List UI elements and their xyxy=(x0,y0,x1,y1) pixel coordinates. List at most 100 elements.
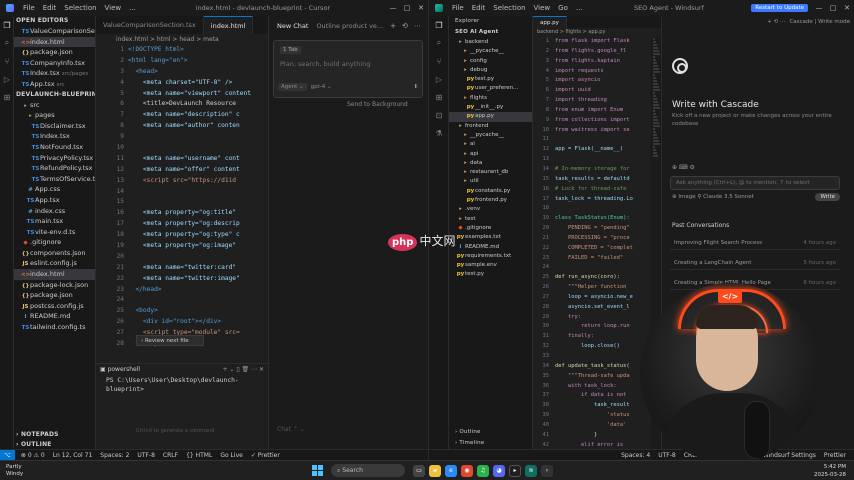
past-conversation-item[interactable]: Improving Flight Search Process 4 hours a… xyxy=(670,236,840,250)
model-select[interactable]: gpt-4 ⌄ xyxy=(311,84,332,90)
menu-item[interactable]: Edit xyxy=(472,4,486,12)
send-to-background-button[interactable]: Send to Background xyxy=(347,101,408,108)
close-icon[interactable]: ✕ xyxy=(840,4,854,12)
file-item[interactable]: pyconstants.py xyxy=(449,187,532,196)
code-line[interactable] xyxy=(128,295,268,306)
restart-to-update-button[interactable]: Restart to Update xyxy=(751,4,808,12)
terminal-line[interactable]: PS C:\Users\User\Desktop\devlaunch- xyxy=(96,376,268,385)
project-header[interactable]: SEO AI Agent xyxy=(449,27,532,38)
chat-input-box[interactable]: 1 Tab Plan, search, build anything Agent… xyxy=(273,40,423,98)
code-line[interactable]: def update_task_status( xyxy=(555,362,651,372)
terminal-panel[interactable]: ▣ powershell + ⌄ ▯ 🗑 ⋯ ✕ PS C:\Users\Use… xyxy=(96,363,268,436)
file-item[interactable]: TSApp.tsx xyxy=(14,195,95,206)
cascade-controls[interactable]: + ⟲ ⋯ xyxy=(767,16,785,28)
file-item[interactable]: i README.md xyxy=(449,243,532,252)
file-item[interactable]: {}package.json xyxy=(14,47,95,58)
code-line[interactable]: 'status xyxy=(555,411,651,421)
code-line[interactable]: elif error is xyxy=(555,441,651,449)
status-item[interactable]: UTF-8 xyxy=(137,452,155,459)
terminal-label[interactable]: powershell xyxy=(108,366,141,373)
cursor-taskbar-icon[interactable]: ▸ xyxy=(509,464,521,477)
file-item[interactable]: ▸ test xyxy=(449,215,532,224)
explorer-icon[interactable]: ❐ xyxy=(0,16,14,34)
code-line[interactable]: <script src="https://d1id xyxy=(128,176,268,187)
minimize-icon[interactable]: — xyxy=(812,4,826,12)
file-item[interactable]: ▸ util xyxy=(449,177,532,186)
file-item[interactable]: TSTermsOfService.tsx xyxy=(14,174,95,185)
tab-previous-chat[interactable]: Outline product ve... xyxy=(312,22,387,30)
file-item[interactable]: ▸ restaurant_db xyxy=(449,168,532,177)
code-line[interactable]: <meta property="og:descrip xyxy=(128,219,268,230)
more-icon[interactable]: ⋯ xyxy=(414,22,421,30)
code-line[interactable]: """Thread-safe upda xyxy=(555,372,651,382)
code-line[interactable] xyxy=(128,132,268,143)
terminal-controls[interactable]: + ⌄ ▯ 🗑 ⋯ ✕ xyxy=(222,364,264,376)
file-item[interactable]: py__init__.py xyxy=(449,103,532,112)
code-line[interactable]: PENDING = "pending" xyxy=(555,224,651,234)
run-debug-icon[interactable]: ▷ xyxy=(0,70,14,88)
extensions-icon[interactable]: ⊞ xyxy=(429,88,449,106)
file-item[interactable]: ◆ .gitignore xyxy=(14,237,95,248)
file-item[interactable]: JS eslint.config.js xyxy=(14,258,95,269)
taskbar-search[interactable]: ⌕ Search xyxy=(331,464,405,477)
minimize-icon[interactable]: — xyxy=(386,4,400,12)
editor-tab[interactable]: app.py xyxy=(533,16,567,28)
code-line[interactable]: <title>DevLaunch Resource xyxy=(128,99,268,110)
file-item[interactable]: i README.md xyxy=(14,311,95,322)
past-conversation-item[interactable]: Creating a LangChain Agent 5 hours ago xyxy=(670,256,840,270)
review-next-file-button[interactable]: ‹ Review next file xyxy=(136,335,204,346)
file-item[interactable]: pytest.py xyxy=(449,75,532,84)
source-control-icon[interactable]: ⑂ xyxy=(429,52,449,70)
code-line[interactable]: task_results = defaultd xyxy=(555,175,651,185)
code-line[interactable] xyxy=(128,187,268,198)
code-line[interactable]: <head> xyxy=(128,67,268,78)
terminal-output[interactable]: PS C:\Users\User\Desktop\devlaunch-bluep… xyxy=(96,376,268,394)
file-item[interactable]: TSValueComparisonSection.tsx xyxy=(14,26,95,37)
menu-item[interactable]: ... xyxy=(576,4,583,12)
code-line[interactable]: import asyncio xyxy=(555,76,651,86)
code-line[interactable]: # In-memory storage for xyxy=(555,165,651,175)
code-line[interactable]: <html lang="en"> xyxy=(128,56,268,67)
menu-item[interactable]: View xyxy=(534,4,551,12)
send-icon[interactable]: ⬆ xyxy=(413,84,418,90)
file-item[interactable]: ▸ src xyxy=(14,100,95,111)
file-item[interactable]: pyrequirements.txt xyxy=(449,252,532,261)
menu-item[interactable]: Selection xyxy=(493,4,525,12)
code-line[interactable] xyxy=(128,197,268,208)
file-item[interactable]: ▸ __pycache__ xyxy=(449,47,532,56)
code-line[interactable] xyxy=(555,135,651,145)
code-line[interactable]: """Helper function xyxy=(555,283,651,293)
maximize-icon[interactable]: □ xyxy=(400,4,414,12)
file-item[interactable]: pysample.env xyxy=(449,261,532,270)
terminal-taskbar-icon[interactable]: › xyxy=(541,464,553,477)
code-line[interactable]: with task_lock: xyxy=(555,382,651,392)
code-line[interactable]: loop.close() xyxy=(555,342,651,352)
sidebar-section-outline[interactable]: › Outline xyxy=(449,427,532,438)
file-item[interactable]: TSNotFound.tsx xyxy=(14,142,95,153)
code-line[interactable]: if data is not xyxy=(555,391,651,401)
code-line[interactable] xyxy=(555,204,651,214)
file-item[interactable]: ▸ backend xyxy=(449,38,532,47)
menu-item[interactable]: Selection xyxy=(64,4,96,12)
explorer-icon[interactable]: ❐ xyxy=(429,16,449,34)
new-chat-icon[interactable]: + xyxy=(390,22,396,30)
history-icon[interactable]: ⟲ xyxy=(402,22,408,30)
menu-item[interactable]: Go xyxy=(558,4,568,12)
testing-icon[interactable]: ⚗ xyxy=(429,124,449,142)
code-line[interactable]: return loop.run xyxy=(555,322,651,332)
code-line[interactable] xyxy=(128,143,268,154)
file-item[interactable]: ▸ pages xyxy=(14,110,95,121)
code-line[interactable]: <meta property="og:title" xyxy=(128,208,268,219)
code-line[interactable]: from enum import Enum xyxy=(555,106,651,116)
file-item[interactable]: ▸ data xyxy=(449,159,532,168)
code-line[interactable]: asyncio.set_event_l xyxy=(555,303,651,313)
editor-tab[interactable]: ValueComparisonSection.tsx xyxy=(96,16,204,34)
code-line[interactable]: try: xyxy=(555,313,651,323)
code-line[interactable]: 'data' xyxy=(555,421,651,431)
code-line[interactable] xyxy=(555,155,651,165)
file-item[interactable]: ▸ frontend xyxy=(449,122,532,131)
breadcrumb[interactable]: backend > flights > app.py xyxy=(533,28,661,37)
cascade-write-button[interactable]: Write xyxy=(815,193,840,201)
remote-explorer-icon[interactable]: ⊡ xyxy=(429,106,449,124)
status-item[interactable]: Go Live xyxy=(220,452,242,459)
